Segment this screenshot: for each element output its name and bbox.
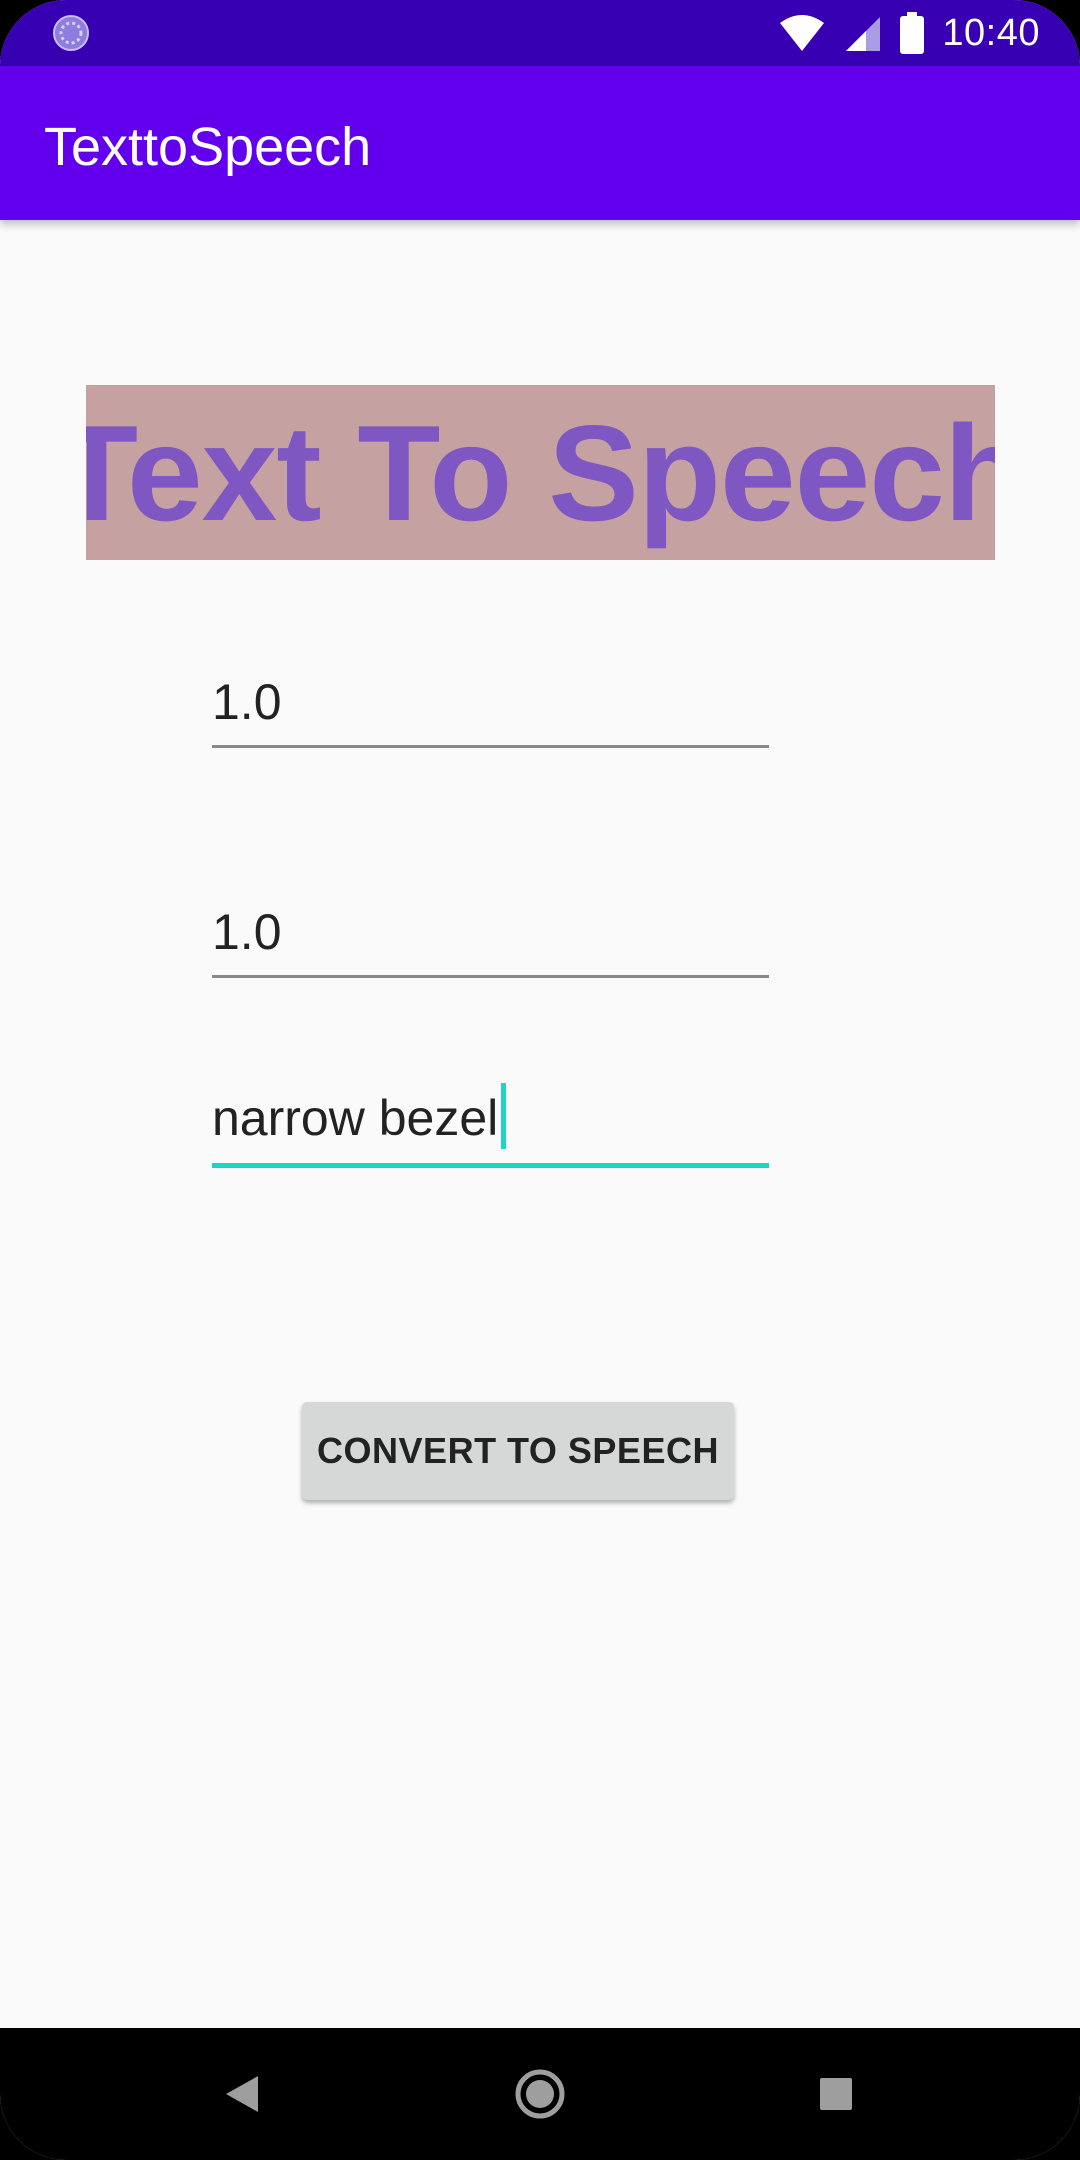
- text-input-value-wrap: narrow bezel: [212, 1083, 507, 1149]
- status-bar: 10:40: [0, 0, 1080, 66]
- battery-icon: [900, 12, 925, 54]
- back-icon[interactable]: [212, 2064, 272, 2124]
- text-input[interactable]: narrow bezel: [212, 1083, 769, 1168]
- convert-to-speech-button[interactable]: CONVERT TO SPEECH: [302, 1402, 734, 1500]
- rate-input[interactable]: 1.0: [212, 898, 769, 978]
- text-cursor: [501, 1083, 507, 1149]
- pitch-input[interactable]: 1.0: [212, 668, 769, 748]
- signal-icon: [846, 17, 881, 51]
- wifi-icon: [780, 15, 825, 51]
- text-input-value: narrow bezel: [212, 1090, 499, 1146]
- app-title: TexttoSpeech: [44, 117, 372, 177]
- circle-progress-icon: [53, 15, 89, 51]
- app-bar: TexttoSpeech: [0, 66, 1080, 220]
- pitch-input-value: 1.0: [212, 674, 282, 730]
- heading-banner: Text To Speech: [86, 385, 995, 560]
- status-icons: 10:40: [778, 0, 1040, 66]
- page-heading: Text To Speech: [86, 396, 995, 549]
- phone-screen: 10:40 TexttoSpeech Text To Speech 1.0 1.…: [0, 0, 1080, 2160]
- status-time: 10:40: [942, 11, 1040, 54]
- navigation-bar: [0, 2028, 1080, 2160]
- home-icon[interactable]: [510, 2064, 570, 2124]
- recents-icon[interactable]: [806, 2064, 866, 2124]
- rate-input-value: 1.0: [212, 904, 282, 960]
